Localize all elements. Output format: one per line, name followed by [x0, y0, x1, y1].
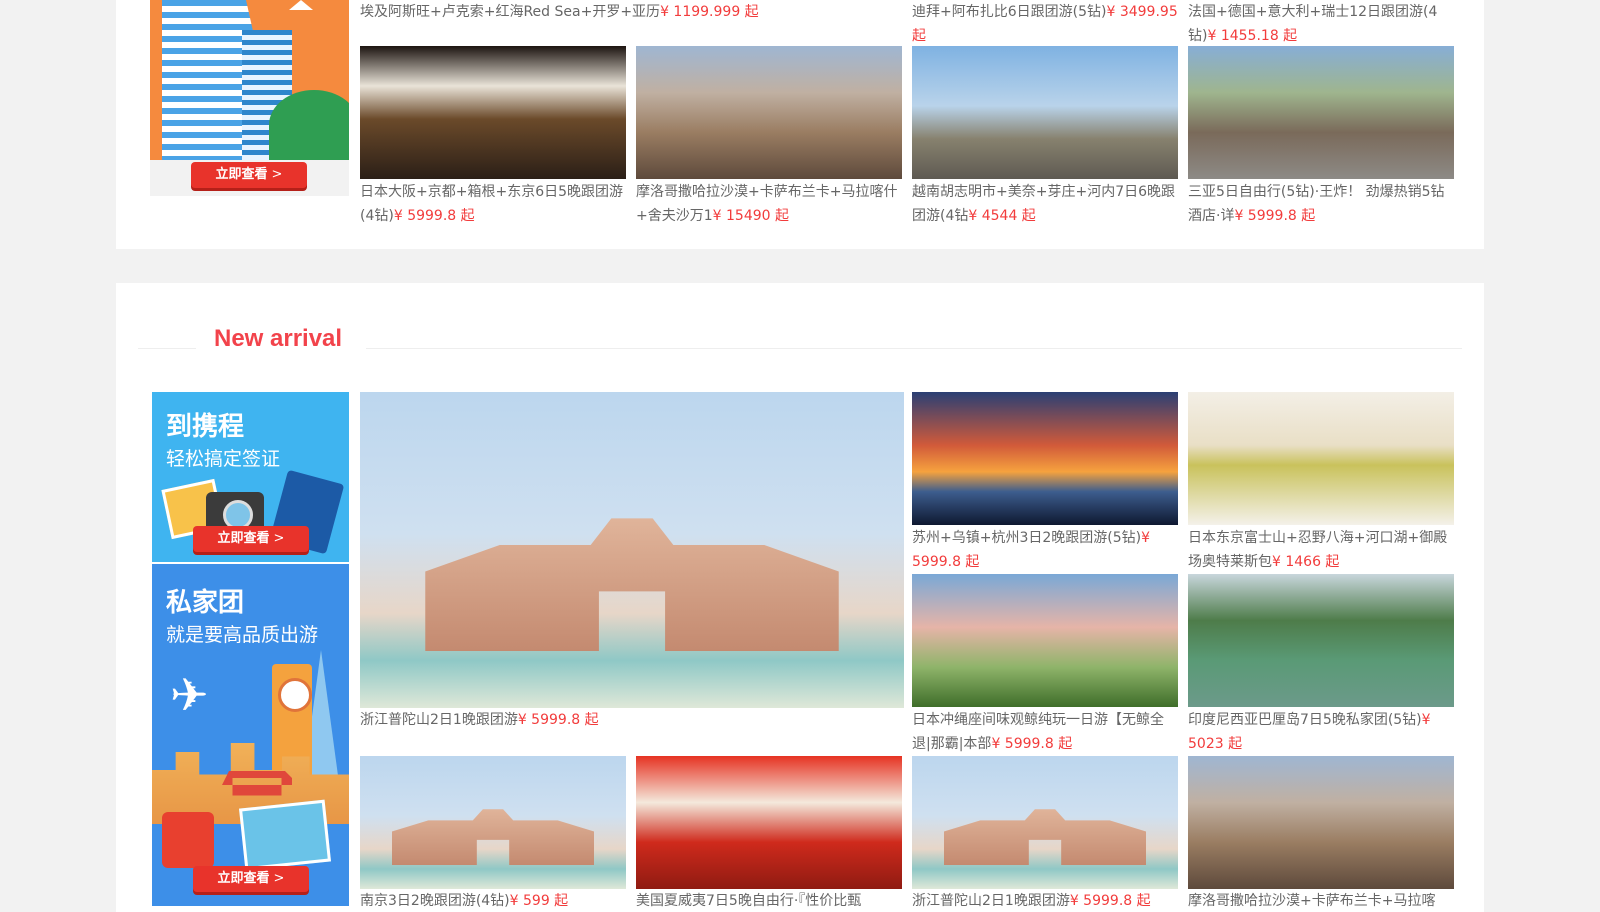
- arrow-decoration-icon: [289, 0, 313, 10]
- featured-product-image[interactable]: [360, 392, 904, 708]
- visa-promo-banner[interactable]: 到携程 轻松搞定签证 立即查看 >: [152, 392, 349, 562]
- product-caption[interactable]: 三亚5日自由行(5钻)·王炸！ 劲爆热销5钻酒店·详¥ 5999.8 起: [1188, 180, 1456, 228]
- product-image[interactable]: [1188, 392, 1454, 525]
- product-caption[interactable]: 埃及阿斯旺+卢克索+红海Red Sea+开罗+亚历¥ 1199.999 起: [360, 0, 780, 24]
- lantern-photo: [360, 46, 626, 179]
- product-caption[interactable]: 摩洛哥撒哈拉沙漠+卡萨布兰卡+马拉喀什+舍夫沙万1¥ 15490 起: [636, 180, 904, 228]
- product-image[interactable]: [1188, 46, 1454, 179]
- castle-photo: [912, 574, 1178, 707]
- product-image[interactable]: [912, 756, 1178, 889]
- city-night-photo: [1188, 756, 1454, 889]
- product-image[interactable]: [912, 46, 1178, 179]
- product-image[interactable]: [1188, 574, 1454, 707]
- product-caption[interactable]: 美国夏威夷7日5晚自由行·『性价比甄: [636, 889, 904, 912]
- banner-subtitle: 轻松搞定签证: [166, 449, 281, 470]
- banner-subtitle: 就是要高品质出游: [166, 625, 319, 646]
- product-caption[interactable]: 浙江普陀山2日1晚跟团游¥ 5999.8 起: [912, 889, 1180, 912]
- product-caption[interactable]: 苏州+乌镇+杭州3日2晚跟团游(5钻)¥ 5999.8 起: [912, 526, 1180, 574]
- product-image[interactable]: [636, 756, 902, 889]
- chevron-right-icon: >: [271, 167, 283, 182]
- product-caption[interactable]: 摩洛哥撒哈拉沙漠+卡萨布兰卡+马拉喀: [1188, 889, 1456, 912]
- banner-title: 私家团: [166, 587, 245, 617]
- product-caption[interactable]: 日本东京富士山+忍野八海+河口湖+御殿场奥特莱斯包¥ 1466 起: [1188, 526, 1456, 574]
- shrine-lantern-photo: [636, 756, 902, 889]
- title-divider: [366, 348, 1462, 349]
- private-tour-banner[interactable]: 私家团 就是要高品质出游 ✈ 立即查看 >: [152, 564, 349, 906]
- chevron-right-icon: >: [273, 531, 285, 546]
- product-image[interactable]: [1188, 756, 1454, 889]
- hotel-promo-banner[interactable]: 立即查看 >: [150, 0, 349, 196]
- product-image[interactable]: [912, 574, 1178, 707]
- product-caption[interactable]: 日本大阪+京都+箱根+东京6日5晚跟团游(4钻)¥ 5999.8 起: [360, 180, 628, 228]
- product-caption[interactable]: 越南胡志明市+美奈+芽庄+河内7日6晚跟团游(4钻¥ 4544 起: [912, 180, 1180, 228]
- suitcase-icon: [162, 812, 214, 868]
- old-street-photo: [1188, 46, 1454, 179]
- product-image[interactable]: [360, 46, 626, 179]
- view-now-button[interactable]: 立即查看 >: [191, 162, 307, 188]
- resort-hotel-photo: [912, 756, 1178, 889]
- torii-street-photo: [912, 46, 1178, 179]
- product-caption[interactable]: 南京3日2晚跟团游(4钻)¥ 599 起: [360, 889, 628, 912]
- chevron-right-icon: >: [273, 871, 285, 886]
- view-now-button[interactable]: 立即查看 >: [193, 866, 309, 892]
- city-night-photo: [636, 46, 902, 179]
- section-title: New arrival: [214, 325, 343, 352]
- resort-hotel-photo: [360, 392, 904, 708]
- view-now-button[interactable]: 立即查看 >: [193, 526, 309, 552]
- title-divider: [138, 348, 196, 349]
- product-caption[interactable]: 迪拜+阿布扎比6日跟团游(5钻)¥ 3499.95 起: [912, 0, 1180, 48]
- product-caption[interactable]: 法国+德国+意大利+瑞士12日跟团游(4钻)¥ 1455.18 起: [1188, 0, 1456, 48]
- product-image[interactable]: [912, 392, 1178, 525]
- product-image[interactable]: [360, 756, 626, 889]
- mosque-hall-photo: [1188, 392, 1454, 525]
- product-caption[interactable]: 浙江普陀山2日1晚跟团游¥ 5999.8 起: [360, 708, 904, 732]
- product-image[interactable]: [636, 46, 902, 179]
- banner-title: 到携程: [166, 411, 245, 441]
- sunset-mountain-photo: [912, 392, 1178, 525]
- hill-illustration: [269, 90, 349, 160]
- map-icon: [238, 799, 332, 871]
- product-caption[interactable]: 印度尼西亚巴厘岛7日5晚私家团(5钻)¥ 5023 起: [1188, 708, 1456, 756]
- product-caption[interactable]: 日本冲绳座间味观鲸纯玩一日游【无鲸全退|那霸|本部¥ 5999.8 起: [912, 708, 1180, 756]
- airplane-icon: ✈: [170, 668, 209, 722]
- resort-hotel-photo: [360, 756, 626, 889]
- canal-boat-photo: [1188, 574, 1454, 707]
